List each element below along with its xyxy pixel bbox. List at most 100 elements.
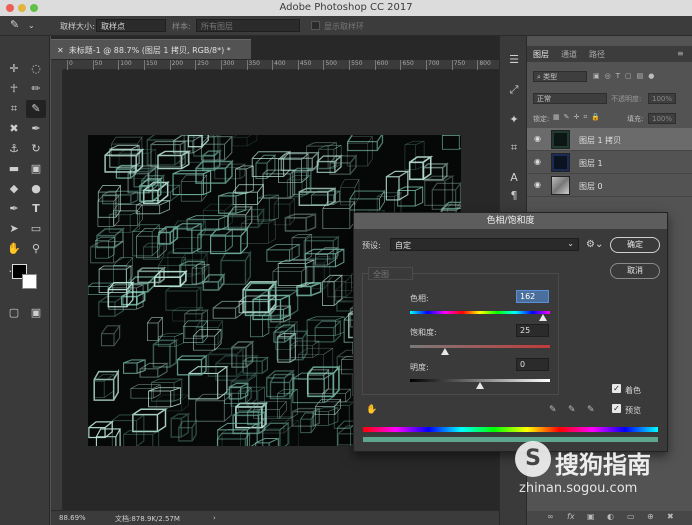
eye-icon[interactable]: ◉ [534,180,543,189]
layer-filter-icons[interactable]: ▣◎T▢▤● [593,72,659,80]
status-arrow-icon[interactable]: › [213,514,216,522]
trash-icon[interactable]: ✖ [667,512,674,521]
ok-button[interactable]: 确定 [610,237,660,253]
blend-row: 正常 不透明度: 100% [527,92,692,106]
gradient-tool-icon[interactable]: ▣ [26,160,46,178]
zoom-tool-icon[interactable]: ⚲ [26,240,46,258]
plugin-panel-icon[interactable]: ✦ [505,112,523,128]
properties-panel-icon[interactable]: ☰ [505,52,523,68]
pen-tool-icon[interactable]: ✒ [4,200,24,218]
mask-icon[interactable]: ▣ [587,512,595,521]
fill-input[interactable]: 100% [648,113,676,124]
layer-filter-label: 类型 [543,73,558,81]
hue-slider-thumb[interactable] [539,314,547,321]
saturation-slider-thumb[interactable] [441,348,449,355]
path-select-tool-icon[interactable]: ➤ [4,220,24,238]
crop-tool-icon[interactable]: ⌗ [4,100,24,118]
dodge-tool-icon[interactable]: ● [26,180,46,198]
clone-stamp-tool-icon[interactable]: ⚓ [4,140,24,158]
ruler-tick-label: 550 [349,60,363,70]
link-icon[interactable]: ∞ [547,512,554,521]
preset-options-gear-icon[interactable]: ⚙⌄ [586,239,603,250]
curves-panel-icon[interactable]: ⤢ [505,82,523,98]
quick-mask-icon[interactable]: ▢ [4,304,24,322]
eye-icon[interactable]: ◉ [534,157,543,166]
brush-tool-icon[interactable]: ✒ [26,120,46,138]
saturation-input[interactable]: 25 [516,324,549,337]
cube-edge [130,384,161,399]
dialog-title: 色相/饱和度 [354,213,667,229]
blur-tool-icon[interactable]: ◆ [4,180,24,198]
move-tool-icon[interactable]: ✛ [4,60,24,78]
status-zoom[interactable]: 88.69% [59,514,86,522]
tool-preset-chevron-icon[interactable]: ⌄ [28,21,35,30]
layer-row[interactable]: ◉ 图层 1 [527,151,692,174]
healing-brush-tool-icon[interactable]: ✖ [4,120,24,138]
saturation-slider-track[interactable] [410,345,550,348]
tab-paths[interactable]: 路径 [589,49,605,60]
close-tab-icon[interactable]: ✕ [57,46,64,55]
hue-input[interactable]: 162 [516,290,549,303]
cube-edge [135,199,171,215]
paragraph-panel-icon[interactable]: ¶ [505,188,523,204]
eraser-tool-icon[interactable]: ▬ [4,160,24,178]
history-brush-tool-icon[interactable]: ↻ [26,140,46,158]
sample-select[interactable]: 所有图层 [196,19,300,32]
horizontal-ruler[interactable]: 0 50 100 150 200 250 300 350 400 450 500 550 600 650 7… [63,60,499,70]
background-color-swatch[interactable] [22,274,37,289]
preview-checkbox[interactable]: ✓ [612,404,621,413]
watermark-logo-mark: S [515,441,551,477]
colorize-label: 着色 [625,386,641,395]
document-tab[interactable]: ✕ 未标题-1 @ 88.7% (图层 1 拷贝, RGB/8*) * [51,39,251,59]
sample-size-select[interactable]: 取样点 [96,19,166,32]
watermark-name: 搜狗指南 [555,451,651,479]
crop-panel-icon[interactable]: ⌗ [505,140,523,156]
lock-row: 锁定: ▦✎✛⌗🔒 填充: 100% [527,112,692,126]
rectangle-tool-icon[interactable]: ▭ [26,220,46,238]
type-tool-icon[interactable]: T [26,200,46,218]
cancel-button[interactable]: 取消 [610,263,660,279]
ruler-tick-label: 400 [272,60,286,70]
character-panel-icon[interactable]: A [505,170,523,186]
quick-select-tool-icon[interactable]: ✏ [26,80,46,98]
eyedropper-plus-icon[interactable]: ✎ [568,405,579,416]
layer-row[interactable]: ◉ 图层 1 拷贝 [527,128,692,151]
lock-icons[interactable]: ▦✎✛⌗🔒 [553,113,604,122]
lightness-slider-thumb[interactable] [476,382,484,389]
eyedropper-icon[interactable]: ✎ [549,405,560,416]
eye-icon[interactable]: ◉ [534,134,543,143]
panel-menu-icon[interactable]: ≡ [677,49,684,58]
new-layer-icon[interactable]: ⊕ [647,512,654,521]
folder-icon[interactable]: ▭ [627,512,635,521]
tab-layers[interactable]: 图层 [533,49,549,60]
hand-tool-icon[interactable]: ✋ [4,240,24,258]
show-ring-checkbox[interactable] [311,21,320,30]
preset-select[interactable]: 自定 ⌄ [390,238,579,251]
vertical-ruler[interactable] [51,70,63,510]
tab-channels[interactable]: 通道 [561,49,577,60]
cube-edge [122,359,146,374]
target-adjust-hand-icon[interactable]: ✋ [366,405,377,416]
hue-slider-track[interactable] [410,311,550,314]
eyedropper-tool-preset-icon[interactable]: ✎ [10,18,19,31]
watermark-url: zhinan.sogou.com [519,481,638,496]
preset-value: 自定 [395,241,411,250]
status-bar: 88.69% 文档:878.9K/2.57M › [51,510,499,525]
blend-mode-select[interactable]: 正常 [533,93,607,104]
layer-row[interactable]: ◉ 图层 0 [527,174,692,197]
colorize-checkbox[interactable]: ✓ [612,384,621,393]
ruler-tick-label: 350 [246,60,260,70]
fx-icon[interactable]: fx [567,512,575,521]
lasso-tool-icon[interactable]: ☥ [4,80,24,98]
layer-thumbnail [551,153,570,172]
adjustment-icon[interactable]: ◐ [607,512,614,521]
eyedropper-minus-icon[interactable]: ✎ [587,405,598,416]
cube-edge [316,154,343,174]
marquee-tool-icon[interactable]: ◌ [26,60,46,78]
lightness-input[interactable]: 0 [516,358,549,371]
eyedropper-tool-icon[interactable]: ✎ [26,100,46,118]
layer-filter-select[interactable]: ⌕ 类型 [533,71,587,82]
screen-mode-icon[interactable]: ▣ [26,304,46,322]
channel-select[interactable]: 全图 [368,267,413,280]
opacity-input[interactable]: 100% [648,93,676,104]
